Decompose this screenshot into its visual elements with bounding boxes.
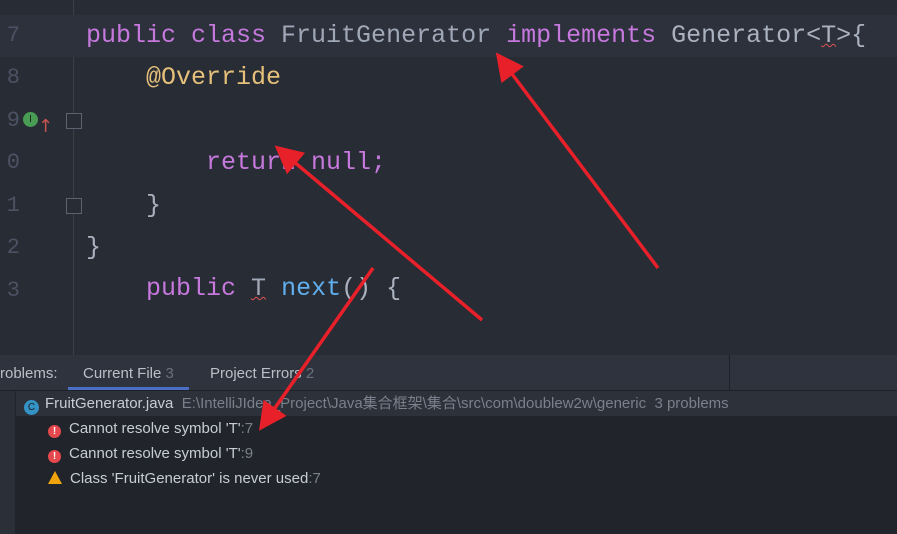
tab-current-file[interactable]: Current File 3 [68,355,189,390]
fold-icon[interactable] [66,113,82,129]
problems-panel: roblems: Current File 3 Project Errors 2… [0,355,897,534]
code-line[interactable]: 2} [0,227,897,269]
problem-item[interactable]: ! Cannot resolve symbol 'T':7 [48,416,253,441]
file-node[interactable]: C FruitGenerator.java E:\IntelliJIdea_Pro… [16,391,897,416]
divider [729,355,730,390]
tab-project-errors[interactable]: Project Errors 2 [210,355,314,390]
fold-icon[interactable] [66,198,82,214]
warning-icon [48,471,62,484]
code-line[interactable]: 1} [0,185,897,227]
error-icon: ! [48,425,61,438]
implements-method-icon[interactable]: I [23,112,38,127]
code-line[interactable]: 0 return null; [0,142,897,184]
code-line[interactable]: 9 I ↑ public T next() { [0,100,897,303]
problem-item[interactable]: ! Cannot resolve symbol 'T':9 [48,441,253,466]
code-editor[interactable]: 7 public class FruitGenerator implements … [0,0,897,355]
problem-item[interactable]: Class 'FruitGenerator' is never used:7 [48,466,321,491]
class-icon: C [24,400,39,415]
code-line[interactable]: 7 public class FruitGenerator implements … [0,15,897,57]
side-toolbar [0,391,15,534]
code-line[interactable]: 8 @Override [0,57,897,99]
code-line[interactable]: 3 [0,270,897,312]
problems-tabs: roblems: Current File 3 Project Errors 2 [0,355,897,391]
error-icon: ! [48,450,61,463]
problems-label: roblems: [0,365,58,382]
